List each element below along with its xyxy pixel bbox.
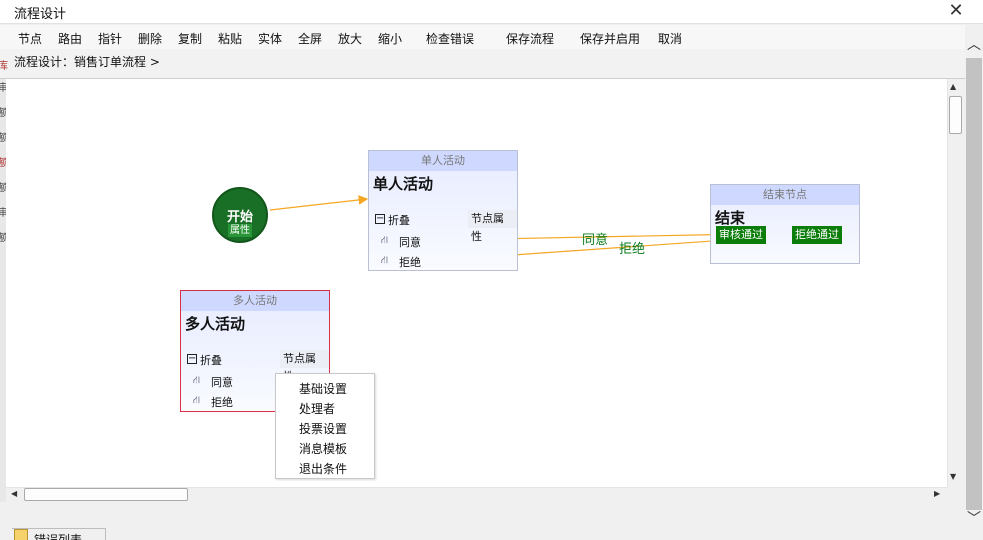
error-list-label: 错误列表: [34, 533, 83, 540]
edge-label-reject: 拒绝: [619, 242, 646, 257]
window-vertical-scroll-thumb[interactable]: [966, 58, 982, 510]
node-title: 结束: [715, 209, 746, 227]
menu-item-message-template[interactable]: 消息模板: [299, 440, 347, 457]
scroll-right-icon[interactable]: ▶: [934, 489, 940, 498]
route-icon: ⛙: [381, 255, 389, 266]
error-list-icon: [14, 529, 28, 540]
node-header: 多人活动: [181, 291, 329, 311]
scroll-left-icon[interactable]: ◀: [11, 489, 17, 498]
scroll-up-icon[interactable]: ▲: [950, 82, 956, 91]
scroll-corner: [947, 487, 964, 502]
route-agree[interactable]: 同意: [399, 234, 421, 250]
end-node[interactable]: 结束节点 结束 审核通过 拒绝通过: [710, 184, 860, 264]
collapse-icon[interactable]: −: [375, 214, 385, 224]
node-header: 结束节点: [711, 185, 859, 205]
context-menu: 基础设置 处理者 投票设置 消息模板 退出条件: [275, 373, 375, 479]
menu-item-handler[interactable]: 处理者: [299, 400, 335, 417]
route-reject[interactable]: 拒绝: [211, 394, 233, 410]
scroll-down-icon[interactable]: ▼: [950, 472, 956, 481]
route-icon: ⛙: [193, 375, 201, 386]
fold-label[interactable]: 折叠: [388, 212, 410, 228]
route-icon: ⛙: [381, 235, 389, 246]
start-node-prop-button[interactable]: 属性: [228, 224, 252, 237]
canvas-horizontal-scroll-thumb[interactable]: [24, 488, 188, 501]
start-node-label: 开始: [227, 210, 254, 225]
node-title: 单人活动: [373, 175, 434, 193]
single-activity-node[interactable]: 单人活动 单人活动 − 折叠 节点属性 ⛙ 同意 ⛙ 拒绝: [368, 150, 518, 271]
edge-start-to-single[interactable]: [269, 195, 369, 211]
canvas-vertical-scrollbar[interactable]: [947, 79, 964, 487]
route-agree[interactable]: 同意: [211, 374, 233, 390]
node-header: 单人活动: [369, 151, 517, 171]
collapse-icon[interactable]: −: [187, 354, 197, 364]
node-prop-button[interactable]: 节点属性: [280, 350, 329, 383]
end-badge-approved[interactable]: 审核通过: [716, 226, 766, 244]
route-reject[interactable]: 拒绝: [399, 254, 421, 270]
end-badge-rejected[interactable]: 拒绝通过: [792, 226, 842, 244]
menu-item-basic-settings[interactable]: 基础设置: [299, 380, 347, 397]
chevron-down-icon[interactable]: ﹀: [967, 508, 981, 528]
status-area: [0, 502, 965, 540]
menu-item-exit-condition[interactable]: 退出条件: [299, 460, 347, 477]
node-prop-button[interactable]: 节点属性: [468, 210, 517, 243]
canvas-vertical-scroll-thumb[interactable]: [949, 96, 962, 134]
node-title: 多人活动: [185, 315, 246, 333]
fold-label[interactable]: 折叠: [200, 352, 222, 368]
menu-item-vote-settings[interactable]: 投票设置: [299, 420, 347, 437]
chevron-up-icon[interactable]: ︿: [967, 34, 981, 54]
route-icon: ⛙: [193, 395, 201, 406]
edge-label-agree: 同意: [582, 233, 609, 248]
